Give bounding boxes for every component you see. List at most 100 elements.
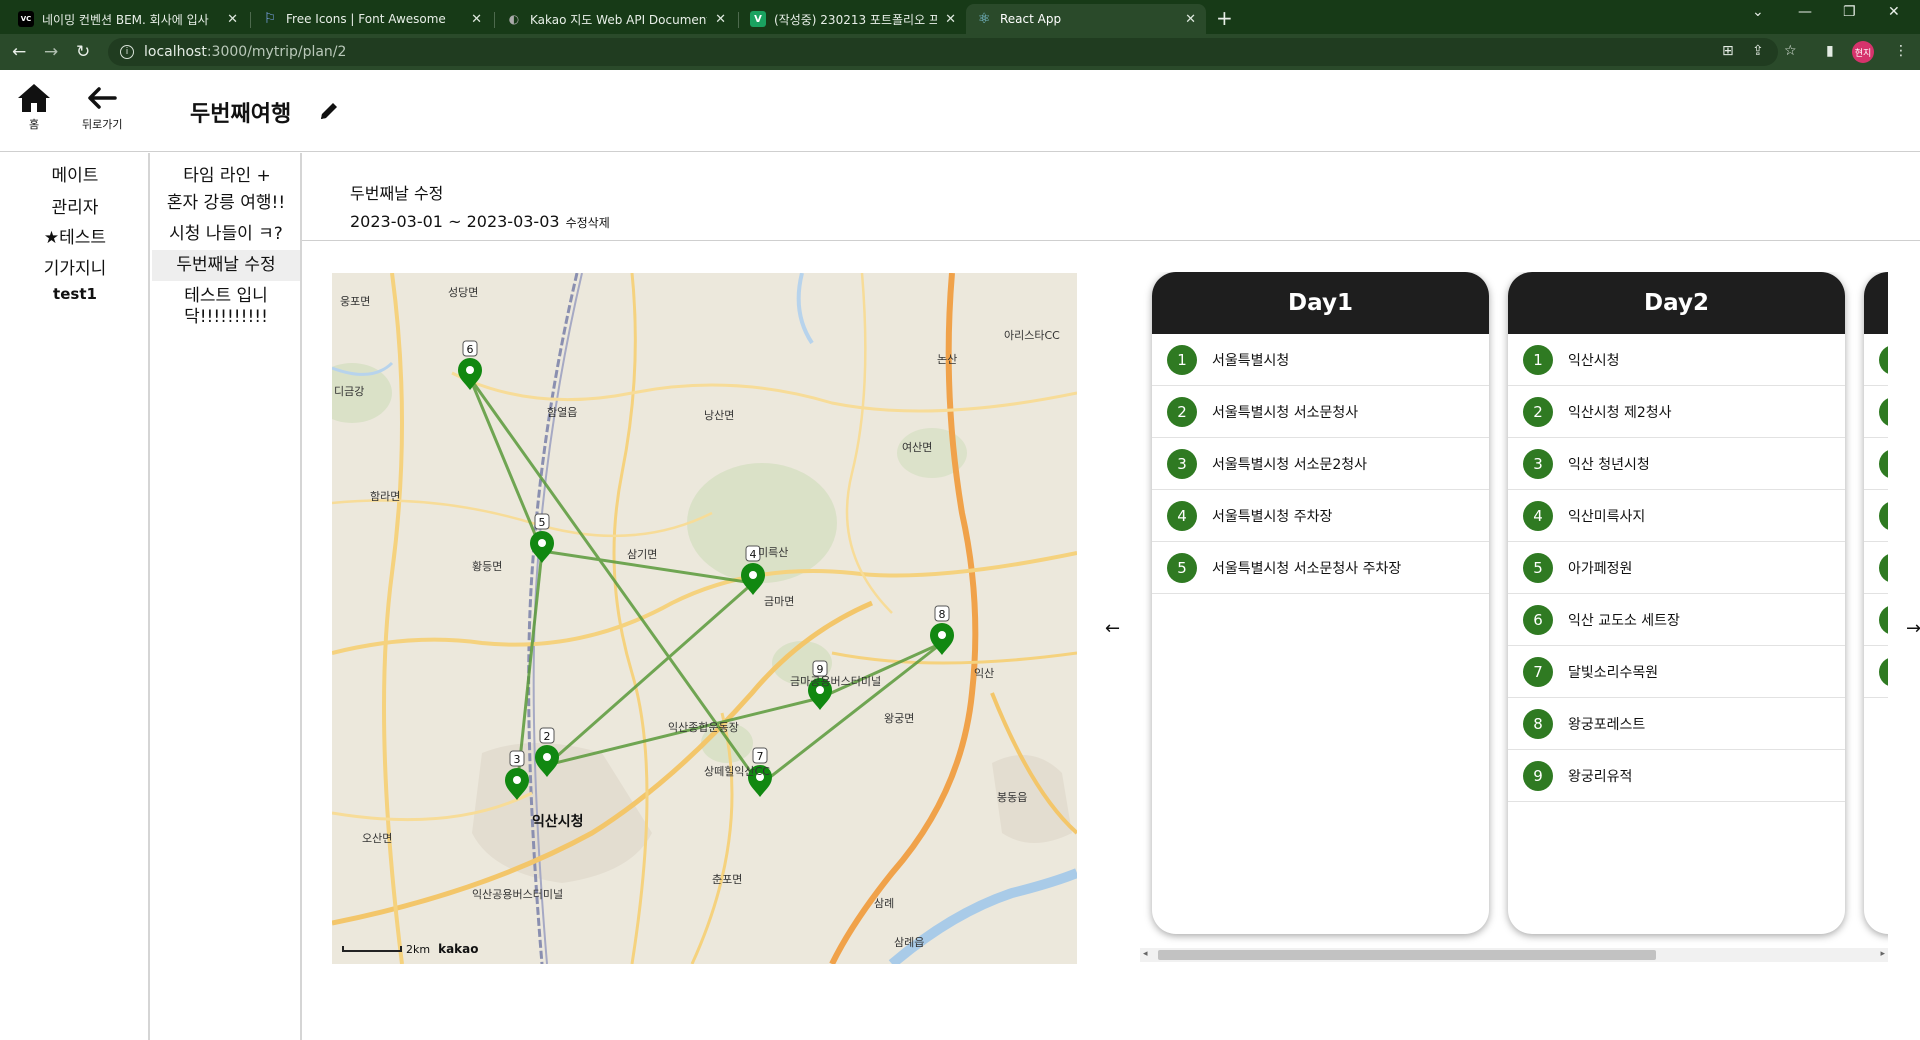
tab-close-icon[interactable]: ✕ [715,12,726,27]
day-place-item[interactable] [1864,594,1888,646]
profile-avatar[interactable]: 현지 [1852,41,1874,63]
back-arrow-icon[interactable]: ← [12,42,26,62]
day-place-item[interactable]: 6 익산 교도소 세트장 [1508,594,1845,646]
map-place-label: 삼례 [874,897,894,910]
plan-start-date: 2023-03-01 [350,212,443,231]
timeline-item[interactable]: 혼자 강릉 여행!! [152,193,300,214]
day-card: Day1 1 서울특별시청 2 서울특별시청 서소문청사 3 서울특별시청 서소문2청… [1152,272,1489,934]
timeline-item[interactable]: 테스트 입니닥!!!!!!!!!! [152,286,300,328]
map-place-label: 춘포면 [712,873,742,886]
reload-icon[interactable]: ↻ [76,42,90,62]
url-field[interactable]: i localhost:3000/mytrip/plan/2 [108,38,1778,66]
browser-address-bar: ← → ↻ i localhost:3000/mytrip/plan/2 ⊞ ⇪… [0,34,1920,70]
tab-search-icon[interactable]: ⌄ [1752,4,1764,20]
share-icon[interactable]: ⇪ [1752,43,1764,59]
mate-item[interactable]: 기가지니 [0,254,150,279]
window-close-icon[interactable]: ✕ [1888,4,1900,20]
day-place-item[interactable] [1864,438,1888,490]
tab-title: React App [1000,12,1062,26]
place-name: 서울특별시청 서소문청사 주차장 [1212,560,1402,577]
map-canvas[interactable]: 6 5 4 8 9 2 3 7 성당면 웅포면 함열읍 낭산면 여산면 함라면 … [332,273,1077,964]
day-place-item[interactable]: 1 익산시청 [1508,334,1845,386]
kakao-map[interactable]: 6 5 4 8 9 2 3 7 성당면 웅포면 함열읍 낭산면 여산면 함라면 … [332,273,1077,964]
edit-title-button[interactable] [318,100,340,126]
mate-item[interactable]: test1 [0,285,150,303]
day-place-item[interactable] [1864,542,1888,594]
day-next-button[interactable]: → [1906,618,1920,639]
mate-item[interactable]: ★테스트 [0,223,150,248]
place-order-badge: 4 [1167,500,1197,531]
place-order-badge: 1 [1167,344,1197,375]
place-order-badge: 3 [1167,448,1197,479]
map-place-label: 디금강 [334,385,364,398]
day-place-item[interactable]: 4 익산미륵사지 [1508,490,1845,542]
timeline-sidebar: 타임 라인 + 혼자 강릉 여행!! 시청 나들이 ㅋ? 두번째날 수정 테스트… [152,153,302,1040]
browser-tab-3[interactable]: ◐ Kakao 지도 Web API Document ✕ [496,4,736,34]
restore-icon[interactable]: ❐ [1843,4,1856,20]
forward-arrow-icon[interactable]: → [44,42,58,62]
tab-favicon: ◐ [508,12,520,26]
plan-date-separator: ~ [448,212,462,231]
day-card-carousel[interactable]: Day1 1 서울특별시청 2 서울특별시청 서소문청사 3 서울특별시청 서소문2청… [1140,272,1888,950]
day-place-item[interactable]: 1 서울특별시청 [1152,334,1489,386]
day-place-item[interactable] [1864,386,1888,438]
timeline-add-button[interactable]: 타임 라인 + [152,161,302,186]
site-info-icon[interactable]: i [120,45,134,59]
back-button[interactable]: 뒤로가기 [82,82,122,132]
place-order-badge [1879,344,1888,375]
menu-kebab-icon[interactable]: ⋮ [1894,43,1908,59]
home-button[interactable]: 홈 [16,82,52,132]
map-place-label: 황등면 [472,560,502,573]
timeline-item-active[interactable]: 두번째날 수정 [152,250,300,281]
tab-close-icon[interactable]: ✕ [227,12,238,27]
scroll-left-icon[interactable]: ◂ [1143,949,1148,959]
new-tab-button[interactable]: + [1216,6,1233,30]
tab-separator [738,12,739,28]
minimize-icon[interactable]: — [1798,4,1812,20]
day-place-item[interactable]: 5 서울특별시청 서소문청사 주차장 [1152,542,1489,594]
day-place-item[interactable] [1864,334,1888,386]
map-place-label: 익산종합운동장 [668,721,739,734]
day-place-item[interactable]: 3 서울특별시청 서소문2청사 [1152,438,1489,490]
browser-tab-active[interactable]: ⚛ React App ✕ [966,4,1206,34]
marker-number: 5 [539,516,546,529]
map-place-label: 성당면 [448,286,478,299]
app-header: 홈 뒤로가기 두번째여행 [0,70,1920,152]
map-place-label: 낭산면 [704,409,734,422]
carousel-scrollbar[interactable]: ◂ ▸ [1140,948,1888,962]
day-place-item[interactable]: 9 왕궁리유적 [1508,750,1845,802]
day-place-item[interactable]: 2 서울특별시청 서소문청사 [1152,386,1489,438]
place-order-badge: 3 [1523,448,1553,479]
place-name: 왕궁리유적 [1568,768,1633,785]
bookmark-star-icon[interactable]: ☆ [1784,43,1797,59]
day-place-item[interactable]: 2 익산시청 제2청사 [1508,386,1845,438]
day-place-item[interactable] [1864,490,1888,542]
place-order-badge: 2 [1167,396,1197,427]
timeline-item[interactable]: 시청 나들이 ㅋ? [152,224,300,245]
mate-item[interactable]: 관리자 [0,193,150,218]
plan-delete-button[interactable]: 삭제 [588,214,610,231]
scroll-right-icon[interactable]: ▸ [1880,949,1885,959]
scrollbar-thumb[interactable] [1158,950,1656,960]
side-panel-icon[interactable]: ▮ [1826,43,1834,59]
browser-tab-2[interactable]: ⚐ Free Icons | Font Awesome ✕ [252,4,492,34]
home-label: 홈 [28,118,40,131]
day-place-item[interactable]: 7 달빛소리수목원 [1508,646,1845,698]
url-path: :3000/mytrip/plan/2 [206,44,347,60]
translate-icon[interactable]: ⊞ [1722,43,1734,59]
day-place-item[interactable]: 5 아가페정원 [1508,542,1845,594]
day-place-item[interactable]: 8 왕궁포레스트 [1508,698,1845,750]
place-order-badge: 9 [1523,760,1553,791]
place-order-badge [1879,448,1888,479]
plan-edit-button[interactable]: 수정 [566,214,588,231]
browser-tab-4[interactable]: V (작성중) 230213 포트폴리오 프로 ✕ [740,4,966,34]
day-place-item[interactable]: 3 익산 청년시청 [1508,438,1845,490]
tab-close-icon[interactable]: ✕ [1185,12,1196,27]
day-place-item[interactable]: 4 서울특별시청 주차장 [1152,490,1489,542]
tab-close-icon[interactable]: ✕ [945,12,956,27]
map-scale: 2km kakao [342,942,479,956]
browser-tab-1[interactable]: VC 네이밍 컨벤션 BEM. 회사에 입사 ✕ [8,4,248,34]
day-place-item[interactable] [1864,646,1888,698]
tab-close-icon[interactable]: ✕ [471,12,482,27]
day-prev-button[interactable]: ← [1105,618,1120,639]
